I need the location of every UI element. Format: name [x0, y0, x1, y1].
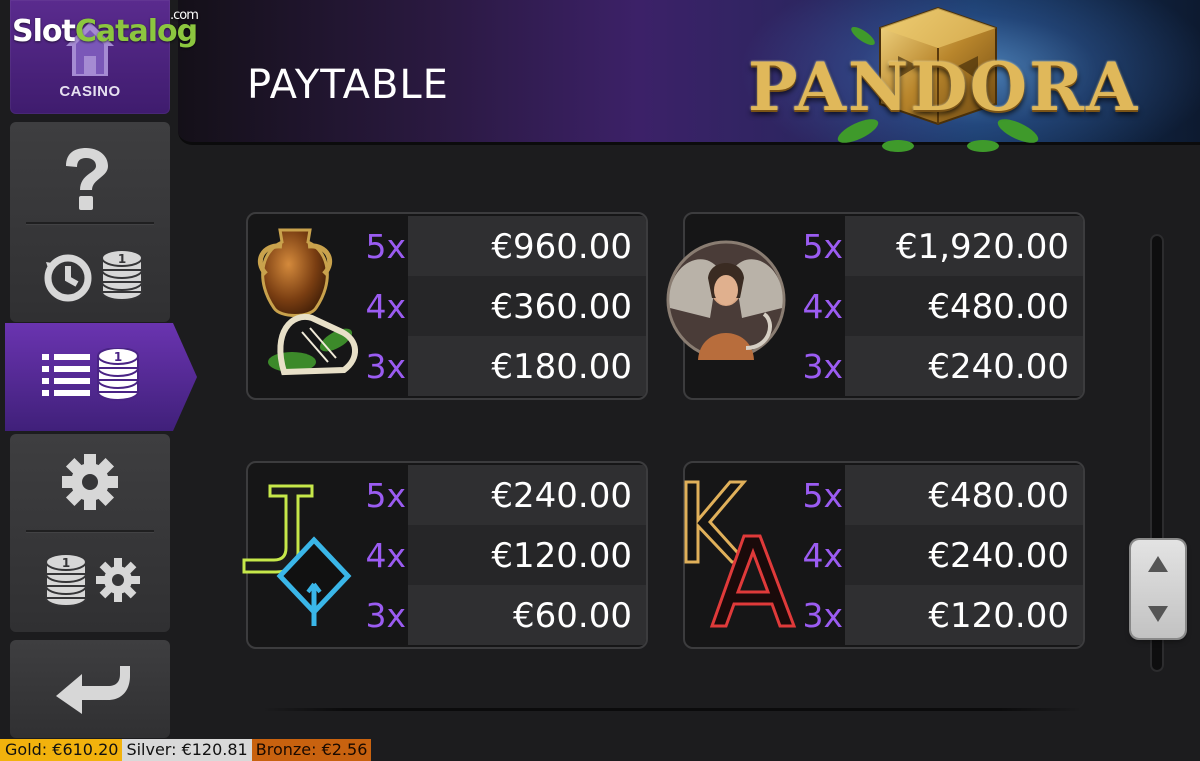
j-q-letters-icon [242, 484, 352, 626]
payout-value: €180.00 [491, 347, 632, 387]
content-divider [262, 708, 1082, 711]
sidebar-divider [26, 222, 154, 224]
svg-text:1: 1 [114, 350, 122, 364]
multiplier: 4x [365, 536, 406, 575]
pandora-logo: PANDORA [748, 6, 1140, 166]
jackpot-gold: Gold: €610.20 [0, 739, 123, 761]
history-coins-icon[interactable]: 1 [44, 246, 144, 306]
casino-label: CASINO [59, 83, 121, 100]
jackpot-bronze: Bronze: €2.56 [251, 739, 372, 761]
sidebar-divider [26, 530, 154, 532]
payout-value: €480.00 [928, 476, 1069, 516]
watermark: SlotCatalog .com [12, 8, 199, 49]
payout-value: €1,920.00 [895, 227, 1069, 267]
payout-value: €240.00 [928, 347, 1069, 387]
payout-value: €120.00 [928, 596, 1069, 636]
paytable-screen: PAYTABLE PANDORA CASINO SlotCatalog .com… [0, 0, 1200, 761]
gear-icon[interactable] [60, 452, 120, 512]
payout-value: €960.00 [491, 227, 632, 267]
amphora-lyre-icon [258, 228, 358, 376]
payout-value: €360.00 [491, 287, 632, 327]
payout-value: €240.00 [491, 476, 632, 516]
watermark-suffix: .com [170, 8, 199, 23]
paytable-list-icon: 1 [42, 348, 139, 401]
multiplier: 5x [802, 476, 843, 515]
question-icon[interactable] [56, 146, 116, 212]
multiplier: 4x [802, 287, 843, 326]
multiplier: 3x [365, 596, 406, 635]
payout-value: €60.00 [513, 596, 632, 636]
logo-text: PANDORA [748, 48, 1140, 126]
page-title: PAYTABLE [247, 62, 449, 108]
multiplier: 3x [802, 596, 843, 635]
multiplier: 4x [802, 536, 843, 575]
scroll-buttons[interactable] [1131, 540, 1185, 638]
payout-value: €120.00 [491, 536, 632, 576]
coins-gear-icon[interactable]: 1 [44, 550, 144, 610]
return-arrow-icon[interactable] [54, 662, 130, 716]
jackpot-silver: Silver: €120.81 [122, 739, 252, 761]
winged-woman-icon [666, 240, 786, 360]
multiplier: 3x [802, 347, 843, 386]
k-a-letters-icon [684, 480, 797, 628]
scroll-down-icon[interactable] [1148, 606, 1168, 622]
watermark-part-a: Slot [12, 14, 76, 49]
multiplier: 5x [365, 476, 406, 515]
payout-value: €240.00 [928, 536, 1069, 576]
multiplier: 5x [802, 227, 843, 266]
svg-text:1: 1 [118, 252, 126, 266]
scroll-up-icon[interactable] [1148, 556, 1168, 572]
svg-text:1: 1 [62, 556, 70, 570]
payout-value: €480.00 [928, 287, 1069, 327]
jackpot-bar: Gold: €610.20 Silver: €120.81 Bronze: €2… [0, 739, 372, 761]
